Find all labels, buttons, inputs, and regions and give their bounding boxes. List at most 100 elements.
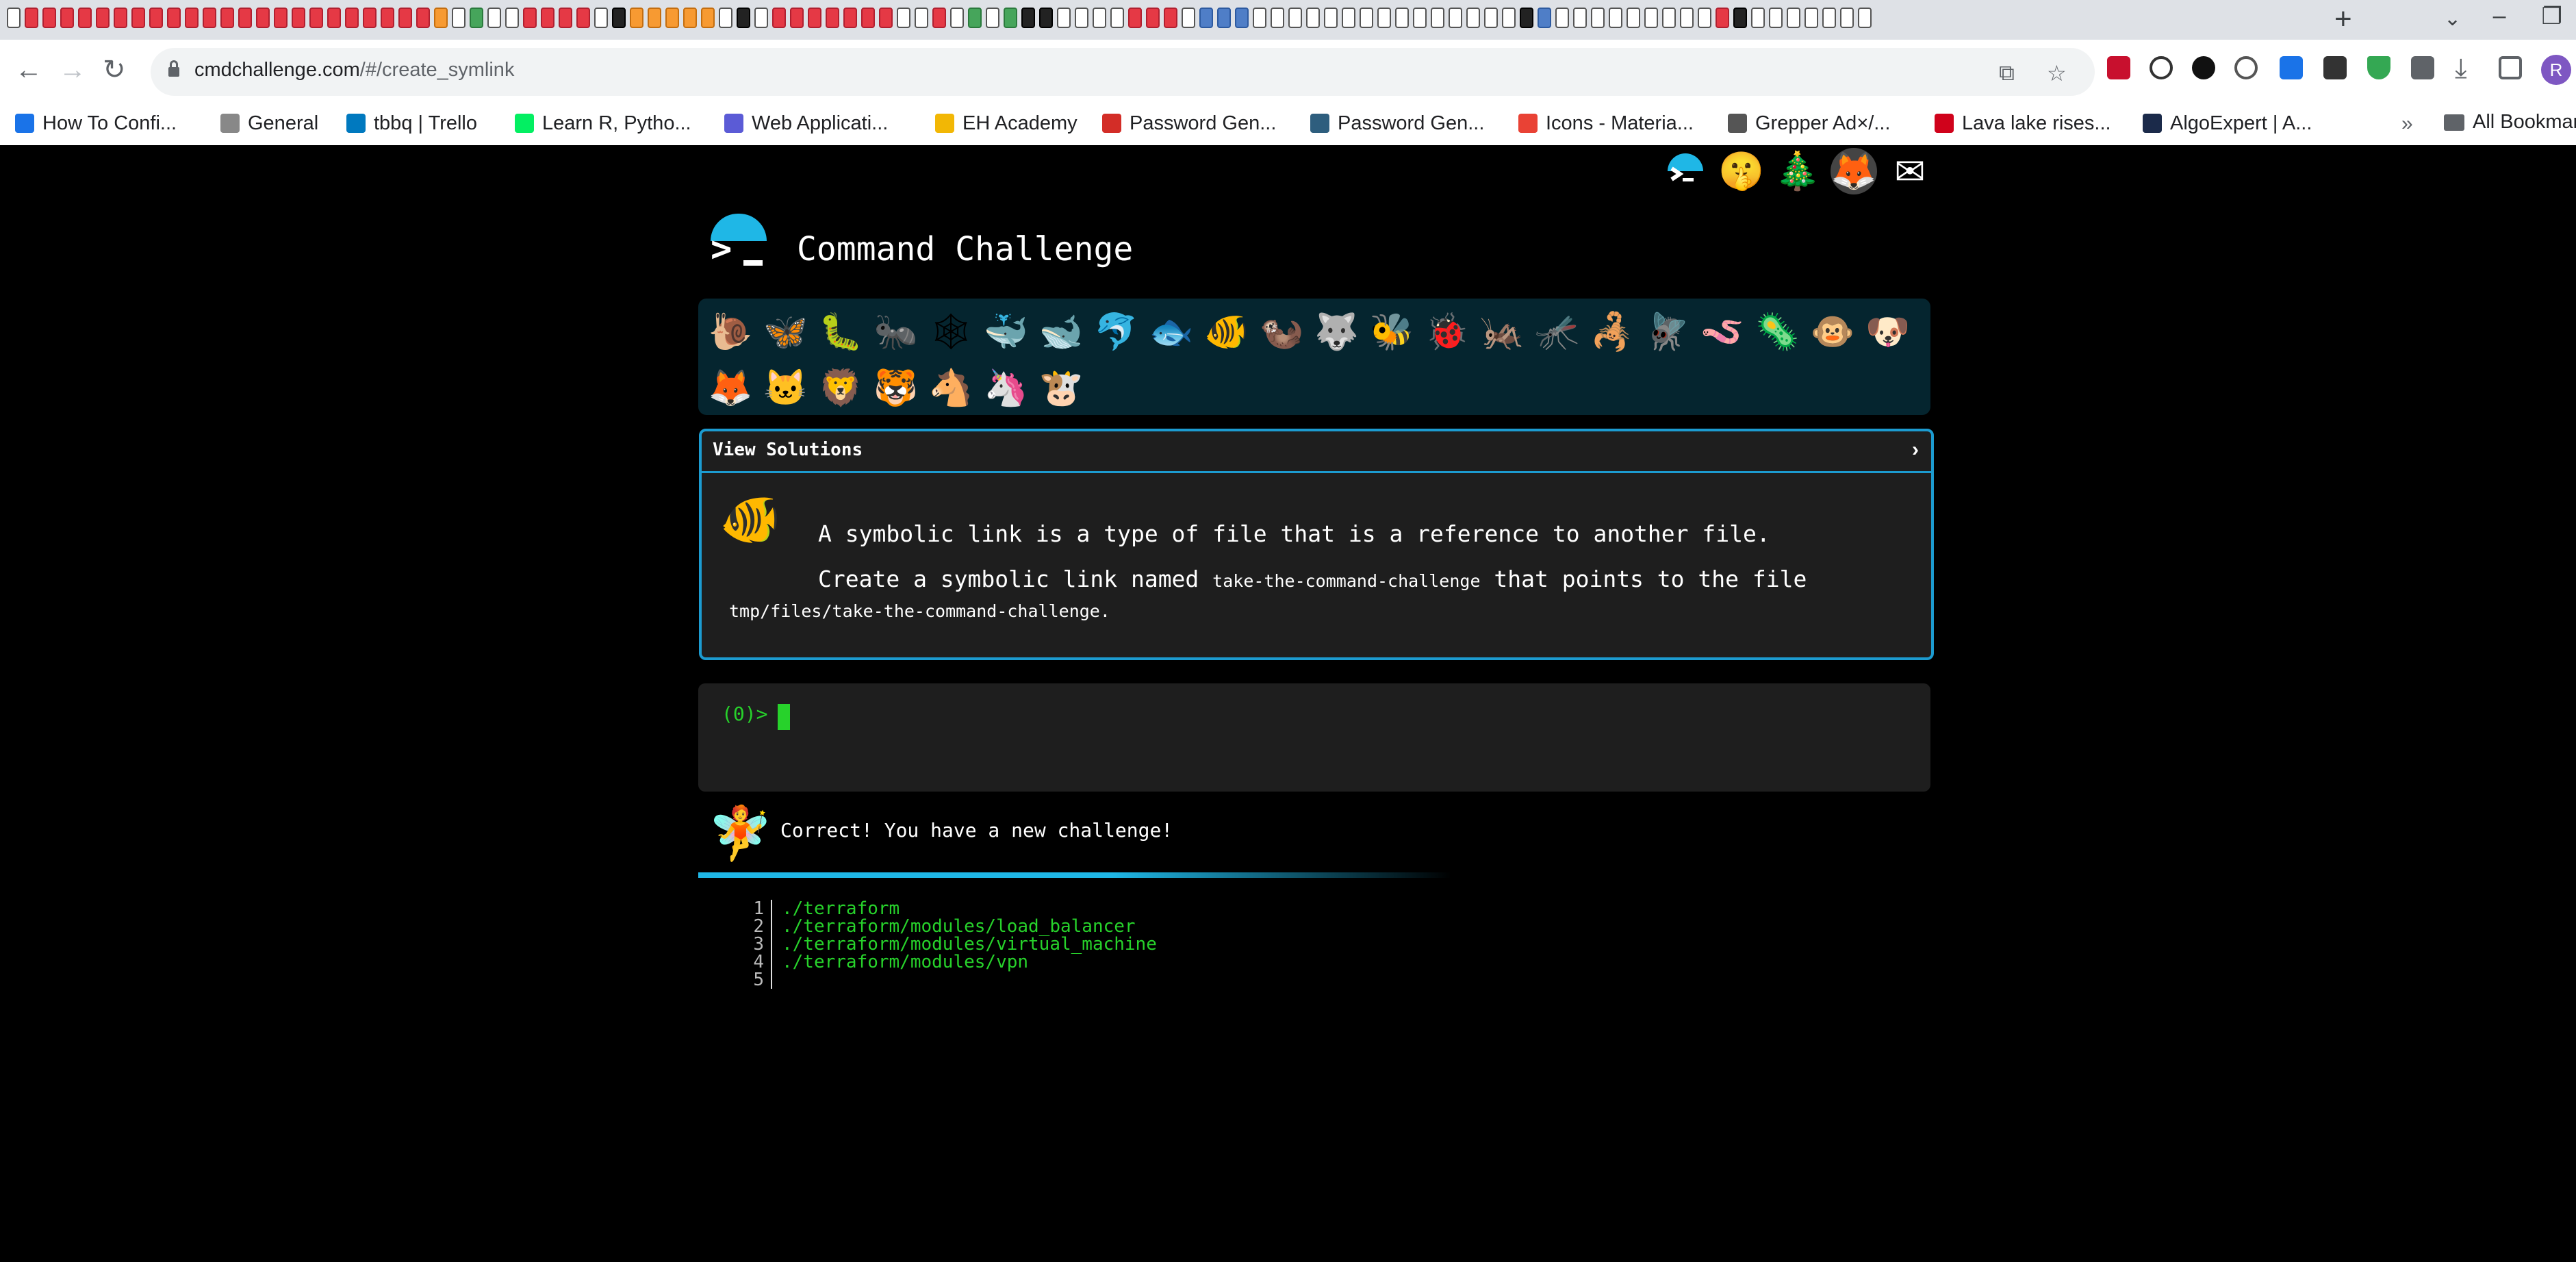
more-bookmarks-button[interactable]: » xyxy=(2401,112,2413,136)
tab-favicon-icon[interactable] xyxy=(683,8,697,28)
tab-favicon-icon[interactable] xyxy=(470,8,483,28)
snail-icon[interactable]: 🐌 xyxy=(706,308,754,356)
bookmark-item[interactable]: AlgoExpert | A... xyxy=(2143,111,2312,136)
extension-puzzle-blue-icon[interactable] xyxy=(2280,56,2303,79)
bookmark-star-icon[interactable]: ☆ xyxy=(2047,60,2067,86)
tab-favicon-icon[interactable] xyxy=(1021,8,1035,28)
tab-favicon-icon[interactable] xyxy=(594,8,608,28)
whale-2-icon[interactable]: 🐋 xyxy=(1037,308,1085,356)
terminal-input[interactable]: (0)> xyxy=(698,683,1930,792)
tab-favicon-icon[interactable] xyxy=(1431,8,1444,28)
bookmark-item[interactable]: EH Academy xyxy=(935,111,1077,136)
tab-favicon-icon[interactable] xyxy=(363,8,377,28)
tab-favicon-icon[interactable] xyxy=(1769,8,1783,28)
bookmark-item[interactable]: How To Confi... xyxy=(15,111,177,136)
tab-favicon-icon[interactable] xyxy=(1609,8,1622,28)
wolf-icon[interactable]: 🐺 xyxy=(1313,308,1361,356)
tab-favicon-icon[interactable] xyxy=(843,8,857,28)
tab-favicon-icon[interactable] xyxy=(114,8,127,28)
lion-icon[interactable]: 🦁 xyxy=(817,364,865,412)
tab-favicon-icon[interactable] xyxy=(701,8,715,28)
tab-favicon-icon[interactable] xyxy=(1235,8,1249,28)
bug-icon[interactable]: 🐛 xyxy=(817,308,865,356)
horse-icon[interactable]: 🐴 xyxy=(927,364,975,412)
bookmark-item[interactable]: Grepper Ad×/... xyxy=(1728,111,1890,136)
new-tab-button[interactable]: + xyxy=(2334,4,2352,34)
tab-favicon-icon[interactable] xyxy=(1093,8,1106,28)
tab-search-chevron-icon[interactable]: ⌄ xyxy=(2444,7,2461,31)
tab-favicon-icon[interactable] xyxy=(612,8,626,28)
terminal-icon[interactable] xyxy=(1662,148,1709,194)
tab-favicon-icon[interactable] xyxy=(238,8,252,28)
bee-icon[interactable]: 🐝 xyxy=(1368,308,1416,356)
cricket-icon[interactable]: 🦗 xyxy=(1478,308,1526,356)
tab-favicon-icon[interactable] xyxy=(1698,8,1711,28)
mosquito-icon[interactable]: 🦟 xyxy=(1533,308,1581,356)
butterfly-icon[interactable]: 🦋 xyxy=(762,308,810,356)
tab-favicon-icon[interactable] xyxy=(1110,8,1124,28)
tab-favicon-icon[interactable] xyxy=(986,8,999,28)
tab-favicon-icon[interactable] xyxy=(149,8,163,28)
tab-favicon-icon[interactable] xyxy=(1787,8,1800,28)
tab-favicon-icon[interactable] xyxy=(648,8,661,28)
tab-favicon-icon[interactable] xyxy=(1484,8,1498,28)
dolphin-icon[interactable]: 🐬 xyxy=(1093,308,1140,356)
tab-favicon-icon[interactable] xyxy=(1751,8,1765,28)
fly-icon[interactable]: 🪰 xyxy=(1644,308,1692,356)
back-icon[interactable]: ← xyxy=(15,55,42,85)
tab-favicon-icon[interactable] xyxy=(42,8,56,28)
tab-favicon-icon[interactable] xyxy=(220,8,234,28)
tab-favicon-icon[interactable] xyxy=(1039,8,1053,28)
extension-spinner-icon[interactable] xyxy=(2150,56,2173,79)
url-text[interactable]: cmdchallenge.com/#/create_symlink xyxy=(194,59,514,81)
bookmark-item[interactable]: Lava lake rises... xyxy=(1935,111,2111,136)
tab-favicon-icon[interactable] xyxy=(861,8,875,28)
tab-favicon-icon[interactable] xyxy=(1324,8,1338,28)
fish-icon[interactable]: 🐟 xyxy=(1147,308,1195,356)
tab-favicon-icon[interactable] xyxy=(381,8,394,28)
tab-favicon-icon[interactable] xyxy=(185,8,199,28)
spider-web-icon[interactable]: 🕸 xyxy=(927,308,975,356)
tab-favicon-icon[interactable] xyxy=(1217,8,1231,28)
extension-shield-icon[interactable] xyxy=(2107,56,2130,79)
tab-favicon-icon[interactable] xyxy=(203,8,216,28)
view-solutions-header[interactable]: View Solutions › xyxy=(702,431,1931,473)
tab-favicon-icon[interactable] xyxy=(1591,8,1605,28)
tab-favicon-icon[interactable] xyxy=(1413,8,1427,28)
tab-favicon-icon[interactable] xyxy=(1057,8,1071,28)
christmas-tree-icon[interactable]: 🎄 xyxy=(1774,148,1821,194)
tab-favicon-icon[interactable] xyxy=(826,8,839,28)
tab-favicon-icon[interactable] xyxy=(932,8,946,28)
all-bookmarks-folder[interactable]: All Bookmarks xyxy=(2444,111,2576,134)
tropical-fish-icon[interactable]: 🐠 xyxy=(1203,308,1251,356)
extension-selenium-icon[interactable] xyxy=(2323,56,2347,79)
tab-favicon-icon[interactable] xyxy=(754,8,768,28)
tab-favicon-icon[interactable] xyxy=(1573,8,1587,28)
minimize-icon[interactable]: – xyxy=(2493,3,2506,30)
tab-favicon-icon[interactable] xyxy=(256,8,270,28)
tab-favicon-icon[interactable] xyxy=(1395,8,1409,28)
tab-favicon-icon[interactable] xyxy=(1004,8,1017,28)
bookmark-item[interactable]: Web Applicati... xyxy=(724,111,888,136)
extension-gauge-icon[interactable] xyxy=(2234,56,2258,79)
tab-favicon-icon[interactable] xyxy=(434,8,448,28)
tab-favicon-icon[interactable] xyxy=(345,8,359,28)
restore-icon[interactable]: ❐ xyxy=(2542,3,2562,30)
profile-avatar[interactable]: R xyxy=(2541,55,2571,85)
extension-green-shield-icon[interactable] xyxy=(2367,56,2390,79)
address-bar[interactable]: cmdchallenge.com/#/create_symlink ⧉ ☆ xyxy=(151,48,2095,96)
tab-favicon-icon[interactable] xyxy=(1805,8,1818,28)
monkey-icon[interactable]: 🐵 xyxy=(1809,308,1857,356)
cow-icon[interactable]: 🐮 xyxy=(1037,364,1085,412)
tab-favicon-icon[interactable] xyxy=(7,8,21,28)
tab-favicon-icon[interactable] xyxy=(1627,8,1640,28)
bookmark-item[interactable]: Password Gen... xyxy=(1102,111,1276,136)
tab-favicon-icon[interactable] xyxy=(1449,8,1462,28)
tab-favicon-icon[interactable] xyxy=(78,8,92,28)
tab-favicon-icon[interactable] xyxy=(897,8,910,28)
tab-favicon-icon[interactable] xyxy=(487,8,501,28)
tab-favicon-icon[interactable] xyxy=(167,8,181,28)
tab-favicon-icon[interactable] xyxy=(915,8,928,28)
tab-favicon-icon[interactable] xyxy=(1288,8,1302,28)
tab-favicon-icon[interactable] xyxy=(1520,8,1533,28)
